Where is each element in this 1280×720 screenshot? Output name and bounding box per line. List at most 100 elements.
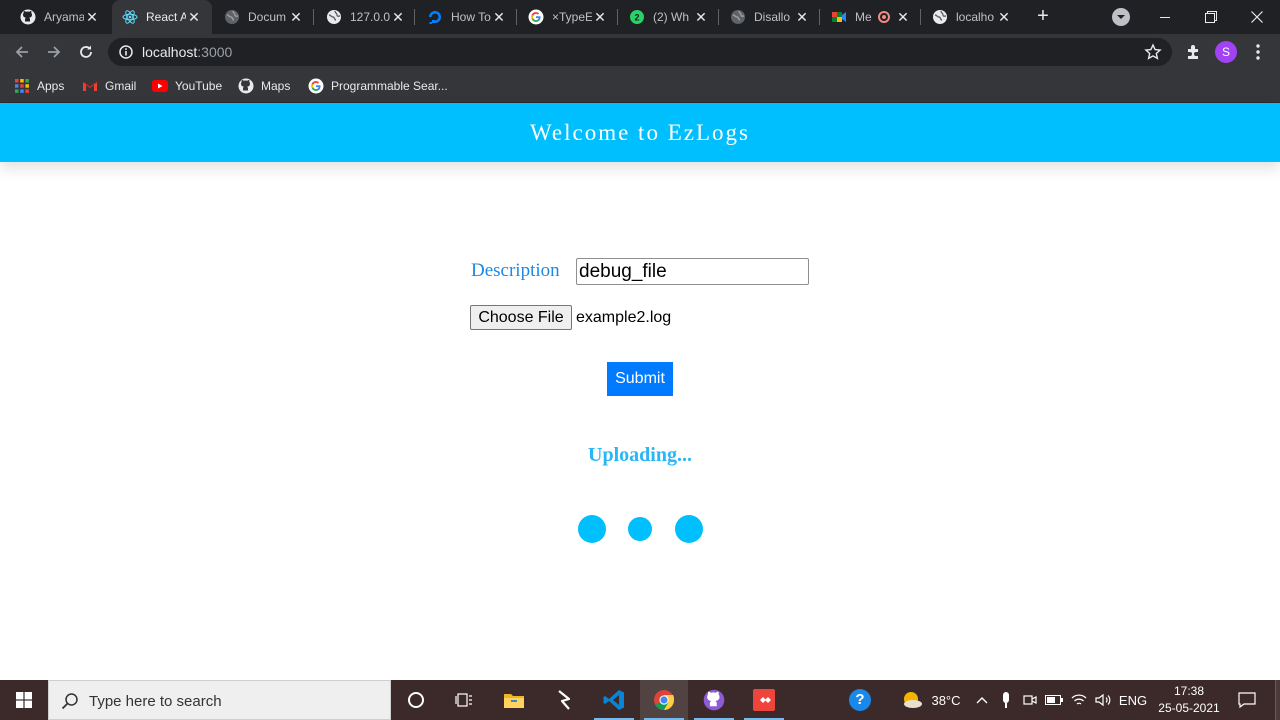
bookmark-star-icon[interactable]: [1144, 43, 1162, 61]
bookmark-label: Maps: [261, 79, 291, 93]
tab-separator: [313, 9, 314, 25]
chrome-button[interactable]: [640, 680, 688, 720]
back-button[interactable]: [10, 40, 34, 64]
forward-button[interactable]: [42, 40, 66, 64]
weather-temperature: 38°C: [931, 692, 961, 708]
tab-search-button[interactable]: [1098, 0, 1144, 34]
battery-tray-icon[interactable]: [1044, 680, 1064, 720]
tab-whatsapp[interactable]: 2 (2) Wh ✕: [619, 0, 719, 34]
tab-title: 127.0.0: [350, 10, 390, 24]
bookmark-maps[interactable]: Maps: [238, 76, 290, 96]
tab-meet[interactable]: Me ✕: [821, 0, 921, 34]
extensions-icon[interactable]: [1184, 42, 1204, 62]
tab-separator: [819, 9, 820, 25]
tab-react-app[interactable]: React A ✕: [112, 0, 212, 34]
volume-tray-icon[interactable]: [1092, 680, 1114, 720]
restore-icon: [1205, 11, 1217, 23]
tab-disallow[interactable]: Disallo ✕: [720, 0, 820, 34]
choose-file-button[interactable]: Choose File: [470, 305, 572, 330]
apps-grid-icon: [14, 78, 30, 94]
reload-button[interactable]: [74, 40, 98, 64]
digitalocean-icon: [427, 9, 443, 25]
submit-button[interactable]: Submit: [607, 362, 673, 396]
description-label: Description: [471, 260, 560, 281]
close-icon[interactable]: ✕: [390, 9, 406, 25]
minimize-button[interactable]: [1142, 0, 1188, 34]
close-icon[interactable]: ✕: [794, 9, 810, 25]
tab-title: (2) Wh: [653, 10, 689, 24]
tab-how-to[interactable]: How To ✕: [417, 0, 517, 34]
show-hidden-icons-button[interactable]: [972, 680, 992, 720]
app-button-slanted[interactable]: [540, 680, 588, 720]
notifications-button[interactable]: [1232, 680, 1262, 720]
bookmark-apps[interactable]: Apps: [14, 76, 64, 96]
task-view-button[interactable]: [440, 680, 488, 720]
close-window-button[interactable]: [1234, 0, 1280, 34]
chevron-up-icon: [976, 697, 988, 704]
microphone-tray-icon[interactable]: [996, 680, 1016, 720]
taskbar-clock[interactable]: 17:38 25-05-2021: [1150, 683, 1228, 717]
help-icon: ?: [849, 689, 871, 711]
meet-now-tray-icon[interactable]: [1020, 680, 1040, 720]
file-explorer-button[interactable]: [490, 680, 538, 720]
show-desktop-button[interactable]: [1275, 680, 1280, 720]
close-icon[interactable]: ✕: [84, 9, 100, 25]
notification-icon: [1238, 692, 1256, 708]
wifi-icon: [1071, 694, 1087, 705]
profile-avatar[interactable]: S: [1215, 41, 1237, 63]
info-icon[interactable]: [118, 44, 134, 60]
tab-github[interactable]: Aryama ✕: [10, 0, 110, 34]
close-icon[interactable]: ✕: [996, 9, 1012, 25]
github-icon: [238, 78, 254, 94]
close-icon[interactable]: ✕: [186, 9, 202, 25]
tab-separator: [516, 9, 517, 25]
back-arrow-icon: [15, 46, 28, 58]
menu-kebab-icon[interactable]: [1248, 42, 1268, 62]
whatsapp-icon: 2: [629, 9, 645, 25]
new-tab-button[interactable]: +: [1032, 5, 1054, 27]
bookmark-programmable-search[interactable]: Programmable Sear...: [308, 76, 448, 96]
tab-title: Docum: [248, 10, 287, 24]
github-icon: [20, 9, 36, 25]
close-icon[interactable]: ✕: [491, 9, 507, 25]
restore-button[interactable]: [1188, 0, 1234, 34]
github-desktop-button[interactable]: [690, 680, 738, 720]
microphone-icon: [1003, 692, 1009, 708]
bookmark-label: Programmable Sear...: [331, 79, 448, 93]
tab-localhost-ip[interactable]: 127.0.0 ✕: [316, 0, 416, 34]
close-icon[interactable]: ✕: [895, 9, 911, 25]
wifi-tray-icon[interactable]: [1068, 680, 1090, 720]
bookmark-gmail[interactable]: Gmail: [82, 76, 136, 96]
bookmark-youtube[interactable]: YouTube: [152, 76, 222, 96]
react-icon: [122, 9, 138, 25]
vscode-button[interactable]: [590, 680, 638, 720]
globe-icon: [224, 9, 240, 25]
help-button[interactable]: ?: [836, 680, 884, 720]
selected-file-name: example2.log: [576, 309, 672, 326]
cortana-icon: [408, 692, 424, 708]
anydesk-button[interactable]: [740, 680, 788, 720]
start-button[interactable]: [0, 680, 48, 720]
weather-widget[interactable]: 38°C: [896, 680, 966, 720]
tab-separator: [414, 9, 415, 25]
language-indicator[interactable]: ENG: [1116, 680, 1150, 720]
close-icon[interactable]: ✕: [288, 9, 304, 25]
tab-title: How To: [451, 10, 491, 24]
tab-localhost[interactable]: localho ✕: [922, 0, 1022, 34]
recording-icon: [877, 11, 890, 23]
taskbar-search-box[interactable]: Type here to search: [48, 680, 391, 720]
description-input[interactable]: [576, 258, 809, 285]
tab-title: React A: [146, 10, 186, 24]
meet-now-icon: [1023, 695, 1037, 705]
clock-time: 17:38: [1173, 684, 1205, 698]
cortana-button[interactable]: [392, 680, 440, 720]
tab-documents[interactable]: Docum ✕: [214, 0, 314, 34]
tab-strip: Aryama ✕ React A ✕ Docum ✕ 127.0.0 ✕ How…: [0, 0, 1280, 34]
bookmarks-bar: Apps Gmail YouTube Maps Programmable Sea…: [0, 70, 1280, 103]
address-bar[interactable]: localhost:3000: [108, 38, 1172, 66]
gmail-icon: [82, 78, 98, 94]
close-icon[interactable]: ✕: [592, 9, 608, 25]
tab-google-search[interactable]: ×TypeE ✕: [518, 0, 618, 34]
close-icon[interactable]: ✕: [693, 9, 709, 25]
bookmark-label: Gmail: [105, 79, 137, 93]
